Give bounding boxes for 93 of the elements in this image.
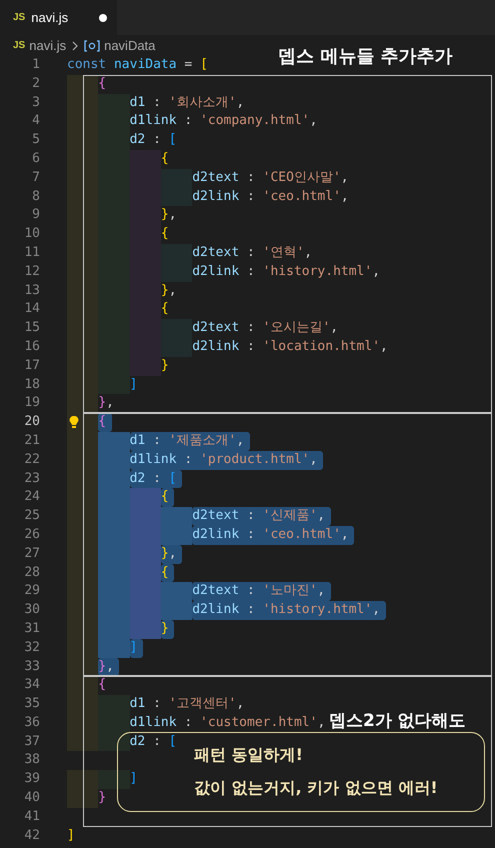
line-number: 20 — [23, 413, 40, 432]
line-number: 22 — [23, 450, 40, 469]
line-number: 15 — [23, 319, 40, 338]
indent-guide-band — [67, 74, 98, 94]
line-number: 1 — [31, 56, 40, 74]
line-number: 10 — [23, 225, 40, 244]
code-line: }, — [160, 282, 178, 300]
line-number: 37 — [23, 732, 40, 751]
code-line: } — [98, 789, 108, 808]
indent-guide-band — [67, 770, 98, 790]
indent-guide-band — [67, 789, 98, 808]
line-number: 32 — [23, 638, 40, 657]
indent-guide-band — [98, 432, 130, 451]
line-number: 6 — [31, 150, 40, 168]
line-number: 42 — [23, 826, 40, 845]
code-line: d2link : 'history.html', — [192, 262, 382, 281]
line-number: 23 — [23, 470, 40, 488]
code-line: { — [98, 74, 108, 93]
line-number: 21 — [23, 432, 40, 450]
editor-tab[interactable]: JS navi.js — [0, 0, 117, 35]
indent-guide-band — [98, 732, 130, 752]
indent-guide-band — [130, 620, 161, 639]
lightbulb-icon[interactable] — [69, 415, 79, 430]
line-number: 40 — [23, 789, 40, 808]
breadcrumb-item[interactable]: naviData — [104, 38, 156, 53]
code-line: d2text : 'CEO인사말', — [192, 168, 350, 187]
line-number: 4 — [31, 112, 40, 130]
line-number: 17 — [23, 356, 40, 375]
callout-text: 패턴 동일하게! — [194, 745, 304, 766]
chevron-icon — [71, 40, 80, 50]
js-file-icon: JS — [13, 40, 26, 51]
code-line: d2text : '오시는길', — [192, 319, 340, 338]
code-line: { — [160, 150, 170, 168]
code-line: d2text : '연혁', — [192, 244, 314, 262]
line-number: 8 — [31, 188, 40, 206]
code-line: ] — [130, 770, 138, 788]
line-number: 16 — [23, 338, 40, 356]
code-line: d2 : [ — [130, 732, 178, 751]
line-number: 29 — [23, 582, 40, 600]
line-number: 39 — [23, 770, 40, 788]
line-number: 25 — [23, 507, 40, 526]
js-file-icon: JS — [13, 12, 26, 23]
line-number: 19 — [23, 394, 40, 412]
line-number: 31 — [23, 620, 40, 638]
code-line: d2 : [ — [130, 131, 178, 150]
line-number: 18 — [23, 376, 40, 394]
line-number: 41 — [23, 808, 40, 826]
line-number: 28 — [23, 564, 40, 582]
indent-guide-band — [98, 770, 130, 790]
line-number: 14 — [23, 300, 40, 318]
line-number: 34 — [23, 676, 40, 694]
code-line: ] — [67, 826, 76, 845]
line-number: 27 — [23, 544, 40, 563]
line-number: 12 — [23, 262, 40, 281]
callout-text: 값이 없는거지, 키가 없으면 에러! — [194, 778, 439, 799]
code-line: d1link : 'customer.html', — [130, 714, 326, 732]
line-number: 13 — [23, 282, 40, 300]
code-line: d1 : '고객센터', — [130, 695, 246, 714]
line-number: 24 — [23, 488, 40, 506]
code-line: }, — [98, 394, 115, 412]
variable-icon — [84, 40, 100, 52]
line-number: 5 — [31, 131, 40, 150]
line-number: 38 — [23, 751, 40, 770]
indent-guide-band — [160, 507, 192, 526]
indent-guide-band — [67, 732, 98, 752]
line-number: 3 — [31, 94, 40, 112]
indent-guide-band — [160, 601, 192, 620]
line-number: 36 — [23, 714, 40, 732]
line-number: 26 — [23, 526, 40, 544]
code-line: const naviData = [ — [67, 56, 209, 74]
tab-title: navi.js — [31, 10, 68, 25]
code-line: d1 : '회사소개', — [130, 94, 246, 112]
code-line: { — [98, 676, 108, 694]
line-number: 35 — [23, 695, 40, 714]
code-line: }, — [160, 206, 178, 224]
code-line: } — [160, 356, 170, 375]
code-line: d2link : 'location.html', — [192, 338, 389, 356]
indent-guide-band — [98, 638, 130, 658]
line-number: 30 — [23, 601, 40, 620]
line-number: 2 — [31, 74, 40, 93]
code-line: d1link : 'company.html', — [130, 112, 318, 130]
line-number: 11 — [23, 244, 40, 262]
line-number: 9 — [31, 206, 40, 224]
code-line: ] — [130, 376, 138, 394]
code-line: { — [160, 300, 170, 318]
line-number: 33 — [23, 658, 40, 676]
line-number: 7 — [31, 168, 40, 187]
indent-guide-band — [160, 526, 192, 545]
indent-guide-band — [160, 582, 192, 602]
indent-guide-band — [130, 488, 161, 508]
breadcrumb-item[interactable]: navi.js — [29, 38, 66, 53]
code-line: d2link : 'ceo.html', — [192, 188, 350, 206]
code-line: { — [160, 225, 170, 244]
